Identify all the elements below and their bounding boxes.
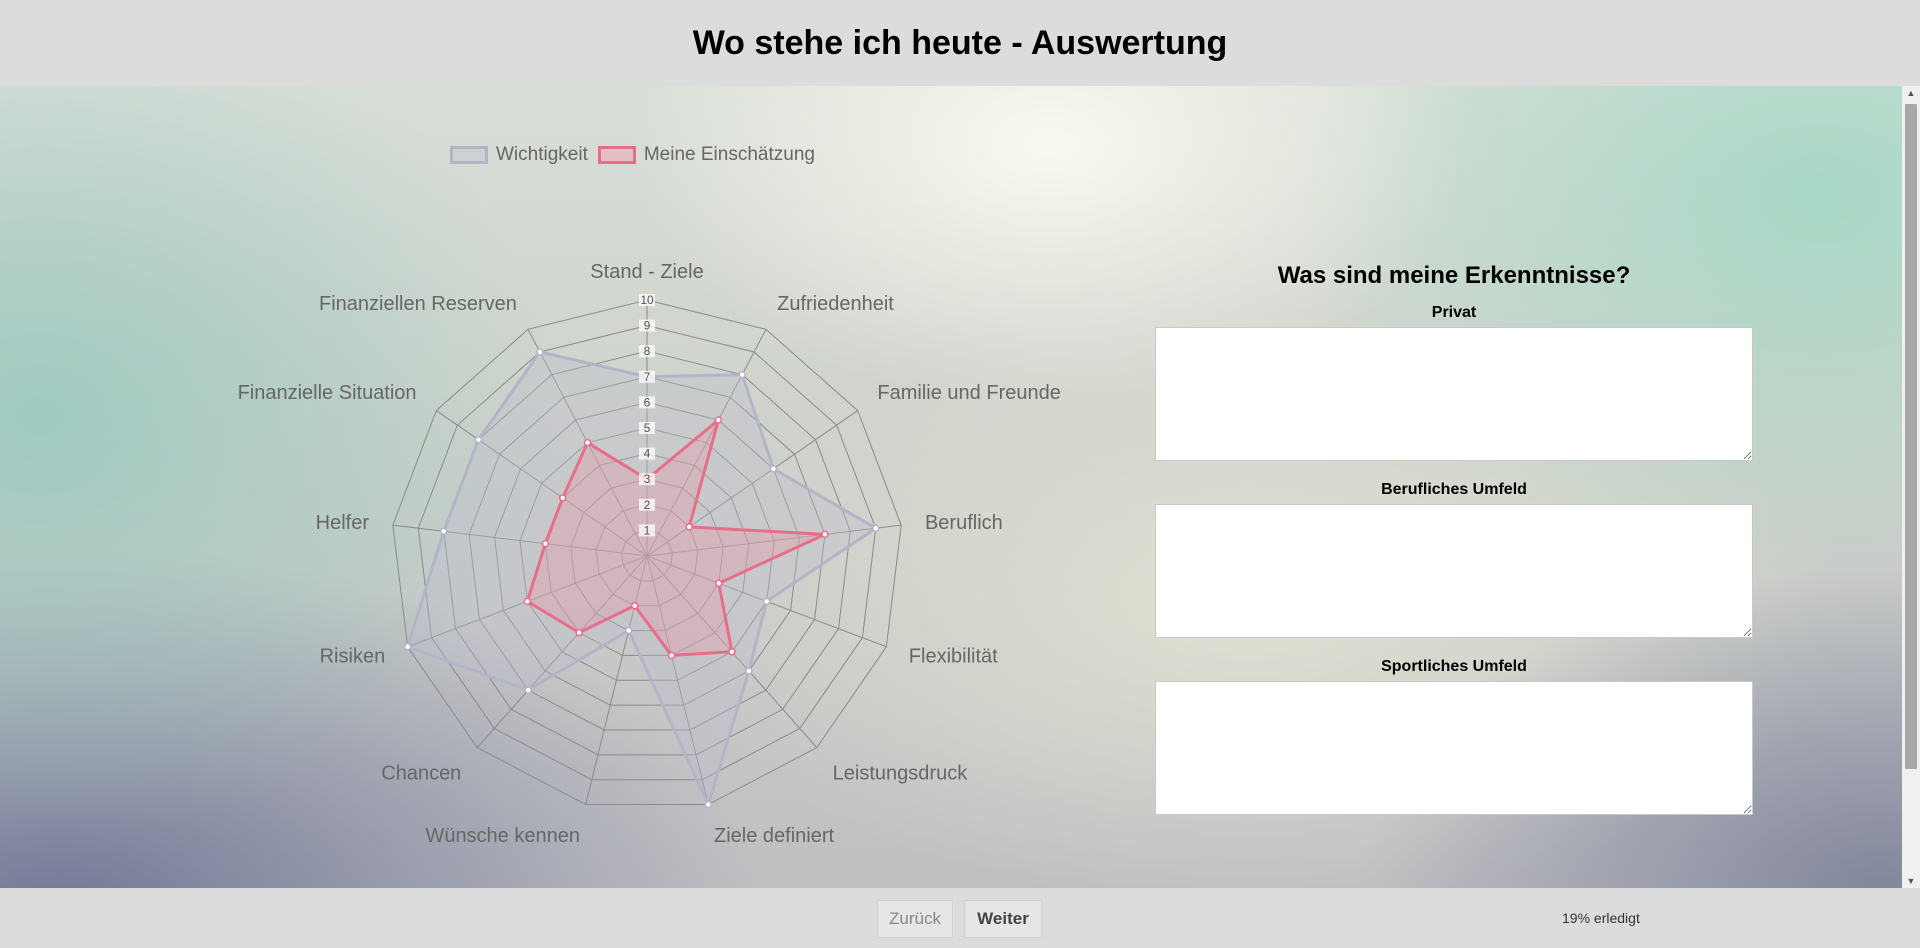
data-point — [728, 648, 736, 656]
content-area: Wichtigkeit Meine Einschätzung 123456789… — [0, 86, 1902, 888]
data-point — [583, 438, 592, 447]
category-label: Flexibilität — [909, 645, 998, 667]
category-label: Ziele definiert — [714, 825, 835, 847]
data-point — [630, 601, 639, 610]
data-point — [685, 523, 693, 531]
berufliches-umfeld-textarea[interactable] — [1155, 504, 1753, 638]
data-point — [667, 651, 676, 660]
data-point — [871, 524, 880, 532]
tick-label: 6 — [644, 395, 651, 409]
data-point — [624, 626, 633, 635]
arrow-down-icon[interactable]: ▼ — [1902, 874, 1920, 888]
category-label: Beruflich — [925, 512, 1003, 534]
data-point — [745, 667, 753, 675]
progress-text: 19% erledigt — [1562, 910, 1640, 926]
category-label: Stand - Ziele — [590, 261, 703, 283]
category-label: Risiken — [320, 645, 386, 667]
data-point — [439, 527, 448, 536]
data-point — [738, 370, 746, 379]
page-title: Wo stehe ich heute - Auswertung — [692, 23, 1228, 62]
category-label: Wünsche kennen — [425, 825, 580, 847]
category-label: Finanziellen Reserven — [319, 293, 517, 315]
next-button[interactable]: Weiter — [964, 900, 1042, 938]
category-label: Helfer — [316, 512, 370, 534]
data-point — [474, 435, 483, 444]
data-point — [541, 539, 550, 548]
data-point — [403, 643, 412, 651]
tick-label: 7 — [644, 370, 651, 384]
data-point — [714, 416, 723, 424]
tick-label: 5 — [644, 421, 651, 435]
category-label: Chancen — [381, 763, 461, 785]
data-point — [575, 628, 583, 637]
tick-label: 1 — [644, 523, 651, 537]
data-point — [715, 579, 723, 587]
radar-chart: 1 2 3 4 5 6 7 8 9 10 Stand - Ziele Zufriedenheit Fam… — [238, 261, 1061, 847]
vertical-scrollbar[interactable]: ▲ ▼ — [1902, 86, 1920, 888]
data-point — [523, 597, 532, 606]
radar-chart-panel: Wichtigkeit Meine Einschätzung 123456789… — [0, 86, 1100, 888]
data-point — [536, 348, 544, 356]
berufliches-umfeld-label: Berufliches Umfeld — [1381, 481, 1527, 498]
data-point — [704, 800, 713, 809]
privat-textarea[interactable] — [1155, 327, 1753, 461]
tick-label: 8 — [644, 344, 651, 358]
privat-label: Privat — [1431, 304, 1477, 321]
scrollbar-thumb[interactable] — [1905, 104, 1917, 769]
category-label: Leistungsdruck — [833, 763, 969, 785]
category-label: Familie und Freunde — [877, 382, 1060, 404]
tick-label: 2 — [644, 498, 651, 512]
insights-heading: Was sind meine Erkenntnisse? — [1277, 262, 1631, 289]
tick-label: 9 — [644, 319, 651, 333]
footer-bar: Zurück Weiter 19% erledigt — [0, 888, 1920, 948]
data-point — [769, 464, 778, 473]
data-point — [558, 494, 567, 502]
sportliches-umfeld-textarea[interactable] — [1155, 681, 1753, 815]
tick-label: 10 — [640, 293, 654, 307]
category-label: Zufriedenheit — [777, 293, 894, 315]
data-point — [524, 686, 532, 694]
sportliches-umfeld-label: Sportliches Umfeld — [1381, 658, 1527, 675]
tick-label: 3 — [644, 472, 651, 486]
category-label: Finanzielle Situation — [238, 382, 417, 404]
tick-label: 4 — [644, 447, 651, 461]
data-point — [762, 597, 771, 606]
header-bar: Wo stehe ich heute - Auswertung — [0, 0, 1920, 86]
back-button[interactable]: Zurück — [877, 900, 953, 938]
insights-form: Was sind meine Erkenntnisse? Privat Beru… — [1155, 262, 1753, 835]
arrow-up-icon[interactable]: ▲ — [1902, 86, 1920, 100]
data-point — [821, 530, 829, 539]
